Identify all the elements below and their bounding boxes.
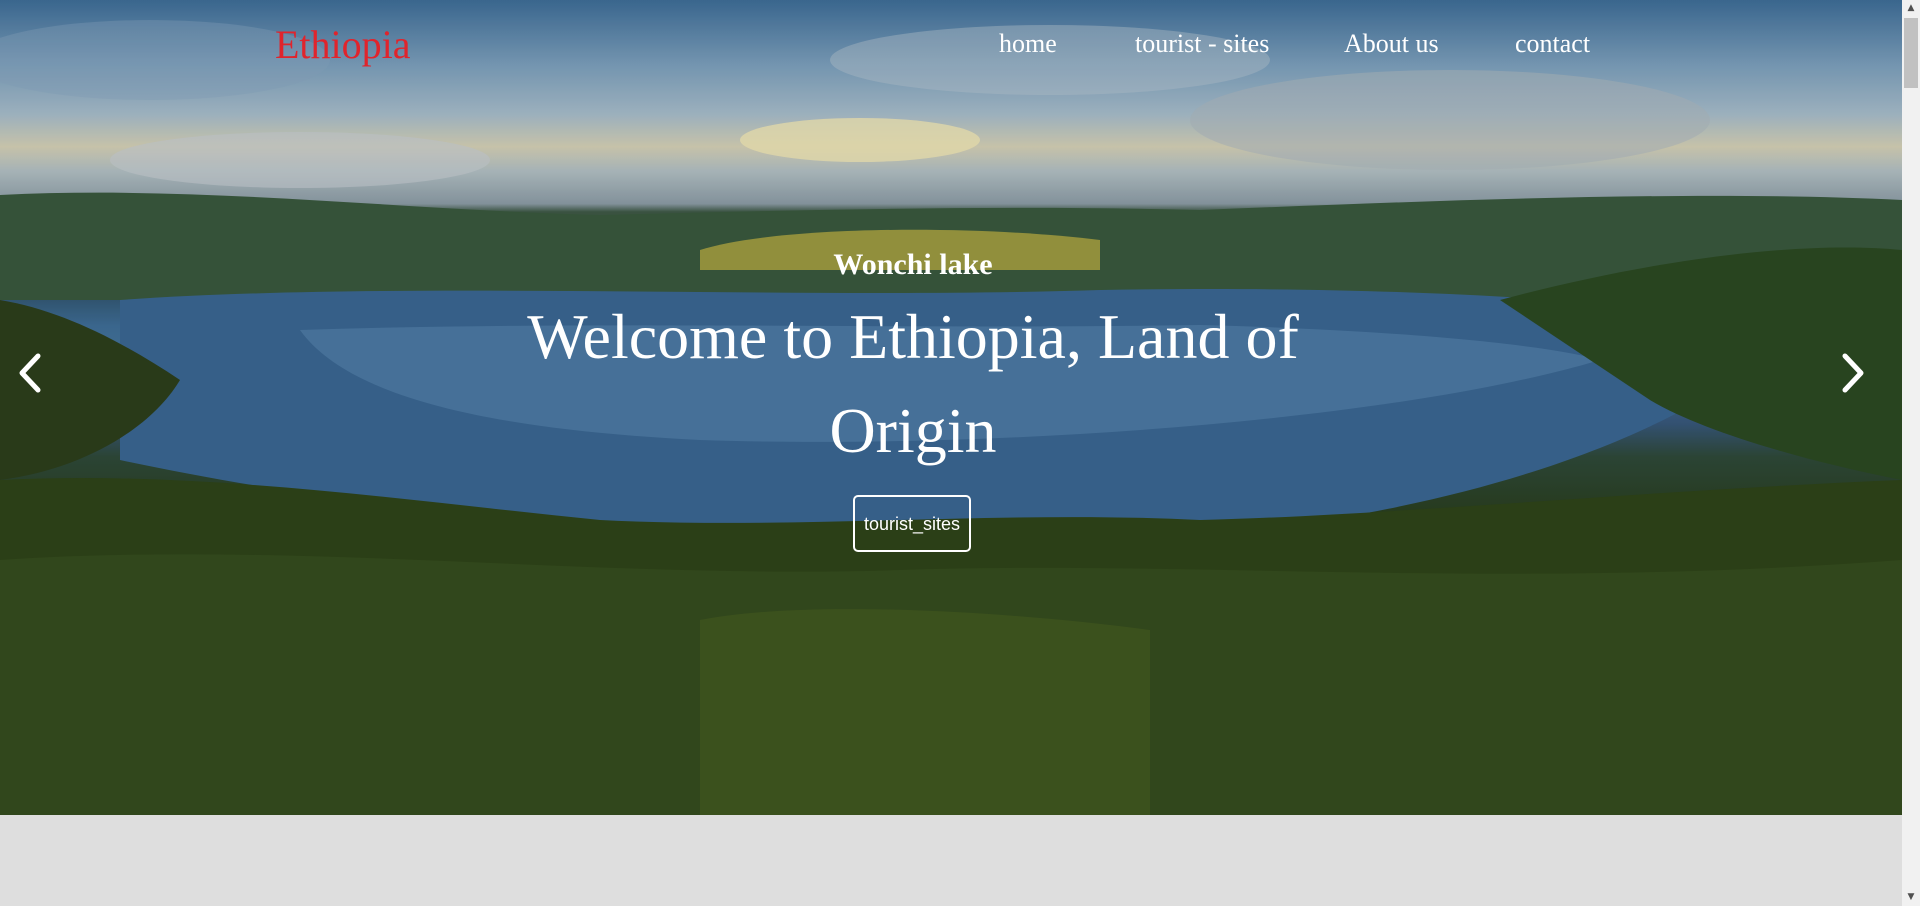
page: Ethiopia home tourist - sites About us c… [0,0,1902,906]
slide-subtitle: Wonchi lake [833,248,993,281]
carousel-next-button[interactable] [1833,350,1873,396]
scrollbar-thumb[interactable] [1904,18,1918,88]
slide-title-line2: Origin [829,395,997,466]
vertical-scrollbar[interactable]: ▲ ▼ [1902,0,1920,906]
tourist-sites-button[interactable]: tourist_sites [853,495,971,552]
brand-logo[interactable]: Ethiopia [275,20,411,70]
slide-title-line1: Welcome to Ethiopia, Land of [527,301,1299,372]
scroll-up-icon[interactable]: ▲ [1902,0,1920,17]
chevron-left-icon [19,353,41,393]
hero-carousel: Ethiopia home tourist - sites About us c… [0,0,1902,815]
nav-about-us[interactable]: About us [1344,26,1439,62]
nav-tourist-sites[interactable]: tourist - sites [1135,26,1269,62]
carousel-prev-button[interactable] [10,350,50,396]
nav-home[interactable]: home [999,26,1057,62]
chevron-right-icon [1842,353,1864,393]
nav-contact[interactable]: contact [1515,26,1590,62]
scroll-down-icon[interactable]: ▼ [1902,889,1920,906]
slide-title: Welcome to Ethiopia, Land of Origin [513,290,1313,478]
